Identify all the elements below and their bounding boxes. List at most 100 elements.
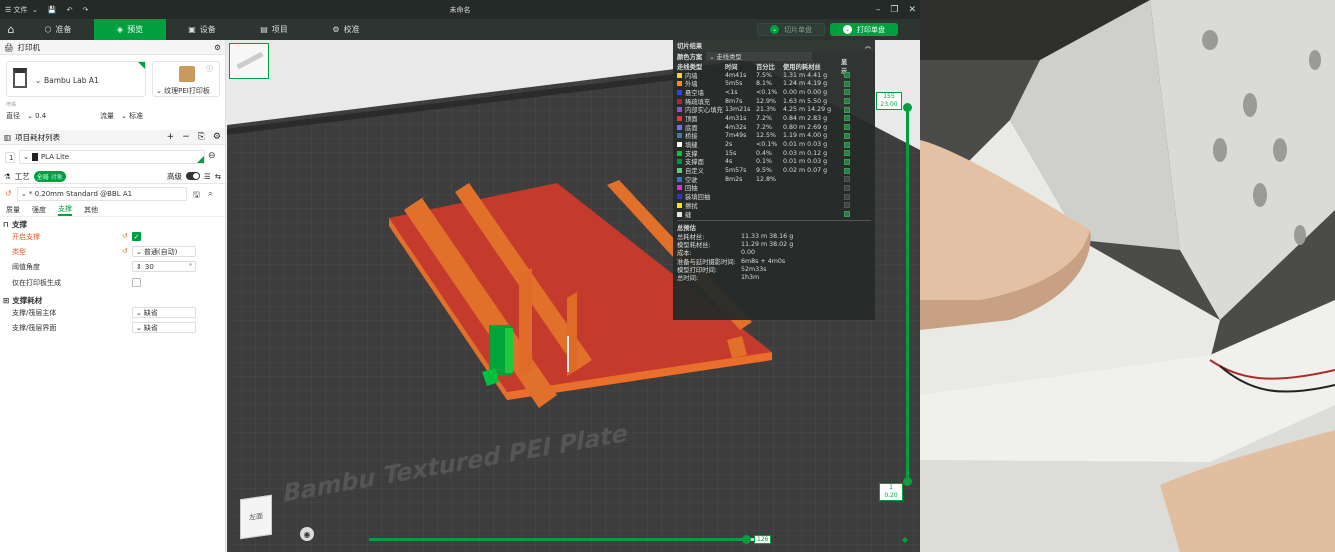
layer-slider-track[interactable] — [906, 106, 909, 486]
collapse-icon[interactable]: ︽ — [865, 41, 871, 50]
display-checkbox[interactable] — [844, 184, 850, 191]
minimize-button[interactable]: – — [876, 5, 881, 15]
color-scheme-value: 走线类型 — [716, 54, 742, 61]
stats-row: 内部实心填充 13m21s 21.3% 4.25 m 14.29 g — [673, 105, 875, 114]
layers-icon: ◈ — [116, 25, 124, 34]
tab-project[interactable]: ▤ 项目 — [238, 19, 310, 40]
info-icon[interactable]: ⓘ — [206, 64, 213, 74]
top-layer-height: 23.00 — [880, 101, 898, 108]
display-checkbox[interactable] — [844, 124, 850, 131]
color-scheme-select[interactable]: ⌄ 走线类型 — [706, 52, 813, 61]
display-checkbox[interactable] — [844, 158, 850, 165]
gear-icon[interactable]: ⚙ — [214, 43, 221, 52]
layers-icon[interactable]: ◆ — [902, 535, 908, 544]
plate-thumbnail[interactable] — [229, 43, 269, 79]
tab-calibration[interactable]: ⚙ 校准 — [310, 19, 382, 40]
reset-icon[interactable]: ↺ — [5, 189, 12, 198]
remove-icon[interactable]: − — [182, 132, 190, 142]
display-checkbox[interactable] — [844, 150, 850, 157]
undo-button[interactable]: ↶ — [62, 0, 78, 19]
global-object-toggle[interactable]: 全局 对象 — [33, 170, 66, 182]
view-cube[interactable]: 左面 — [240, 494, 272, 540]
nozzle-diameter-select[interactable]: ⌄ 0.4 — [24, 111, 96, 122]
sync-icon[interactable]: ⎘ — [198, 132, 205, 142]
display-checkbox[interactable] — [844, 72, 850, 79]
close-button[interactable]: ✕ — [908, 5, 916, 15]
reset-icon[interactable]: ↺ — [122, 247, 128, 255]
line-type-name: 底面 — [685, 124, 698, 132]
more-icon[interactable]: ⊖ — [208, 151, 216, 161]
list-icon[interactable]: ☰ — [204, 172, 211, 181]
support-interface-filament-select[interactable]: ⌄ 缺省 — [132, 322, 196, 333]
display-checkbox[interactable] — [844, 176, 850, 183]
time-cell: 4s — [725, 158, 733, 166]
process-tabs: 质量 强度 支撑 其他 — [0, 204, 225, 217]
move-slider-fill — [369, 538, 747, 541]
flow-select[interactable]: ⌄ 标准 — [118, 111, 190, 122]
plate-selector[interactable]: ⓘ ⌄ 纹理PEI打印板 — [152, 61, 220, 97]
display-checkbox[interactable] — [844, 132, 850, 139]
display-checkbox[interactable] — [844, 141, 850, 148]
tab-quality[interactable]: 质量 — [6, 205, 20, 215]
display-checkbox[interactable] — [844, 211, 850, 218]
display-checkbox[interactable] — [844, 115, 850, 122]
display-cell — [841, 106, 853, 113]
selected-corner-mark — [138, 62, 145, 69]
summary-value: 11.33 m 38.16 g — [741, 232, 794, 240]
threshold-angle-input[interactable]: ⇕ 30 ° — [132, 261, 196, 272]
process-preset-select[interactable]: ⌄ * 0.20mm Standard @BBL A1 — [17, 187, 187, 201]
printer-selector[interactable]: ⌄ Bambu Lab A1 — [6, 61, 146, 97]
advanced-toggle[interactable] — [185, 172, 200, 180]
printer-section-header: 🖨 打印机 ⚙ — [0, 40, 225, 55]
line-type-cell: 缝 — [677, 210, 725, 219]
save-preset-icon[interactable]: 🖫 — [193, 189, 200, 203]
display-checkbox[interactable] — [844, 98, 850, 105]
display-checkbox[interactable] — [844, 80, 850, 87]
maximize-button[interactable]: ❐ — [890, 5, 898, 15]
layer-slider-top-handle[interactable] — [903, 103, 912, 112]
filament-select[interactable]: ⌄ PLA Lite — [19, 150, 205, 164]
camera-icon[interactable]: ◉ — [300, 527, 314, 541]
tab-others[interactable]: 其他 — [84, 205, 98, 215]
color-swatch — [677, 72, 682, 78]
display-checkbox[interactable] — [844, 89, 850, 96]
display-checkbox[interactable] — [844, 202, 850, 209]
support-base-filament-select[interactable]: ⌄ 缺省 — [132, 307, 196, 318]
layer-slider-bottom-handle[interactable] — [903, 477, 912, 486]
search-icon[interactable]: ⌕ — [208, 189, 212, 199]
file-menu[interactable]: ☰ 文件 ⌄ — [0, 0, 43, 19]
print-plate-button[interactable]: ⌄ 打印单盘 — [830, 23, 898, 36]
percent-cell: 7.5% — [756, 71, 772, 79]
tab-strength[interactable]: 强度 — [32, 205, 46, 215]
title-bar: ☰ 文件 ⌄ 💾 ↶ ↷ 未命名 – ❐ ✕ — [0, 0, 920, 19]
display-checkbox[interactable] — [844, 193, 850, 200]
redo-button[interactable]: ↷ — [77, 0, 93, 19]
time-cell: 4m31s — [725, 114, 747, 122]
tab-device[interactable]: ▣ 设备 — [166, 19, 238, 40]
chevron-down-icon: ⌄ — [35, 76, 42, 85]
build-plate-only-checkbox[interactable] — [132, 278, 141, 287]
add-icon[interactable]: + — [167, 132, 175, 142]
support-type-select[interactable]: ⌄ 普通(自动) — [132, 246, 196, 257]
time-cell: 4m32s — [725, 123, 747, 131]
tab-preview[interactable]: ◈ 预览 — [94, 19, 166, 40]
display-checkbox[interactable] — [844, 106, 850, 113]
enable-support-checkbox[interactable]: ✓ — [132, 232, 141, 241]
compare-icon[interactable]: ⇆ — [215, 172, 221, 181]
tab-prepare[interactable]: ⬡ 准备 — [22, 19, 94, 40]
summary-value: 52m33s — [741, 265, 767, 273]
chevron-down-icon: ⌄ — [121, 112, 127, 120]
slice-plate-button[interactable]: ⌄ 切片单盘 — [757, 23, 825, 36]
gear-icon[interactable]: ⚙ — [213, 132, 221, 142]
percent-cell: 8.1% — [756, 80, 772, 88]
tab-project-label: 项目 — [271, 25, 288, 34]
nozzle-row: 直径 ⌄ 0.4 流量 ⌄ 标准 — [0, 109, 225, 123]
save-button[interactable]: 💾 — [43, 0, 62, 19]
tab-support[interactable]: 支撑 — [58, 204, 72, 216]
home-button[interactable]: ⌂ — [0, 19, 22, 40]
line-type-name: 内部实心填充 — [685, 107, 723, 115]
display-checkbox[interactable] — [844, 167, 850, 174]
display-cell — [841, 89, 853, 96]
reset-icon[interactable]: ↺ — [122, 232, 128, 240]
move-slider-track[interactable] — [369, 535, 754, 544]
